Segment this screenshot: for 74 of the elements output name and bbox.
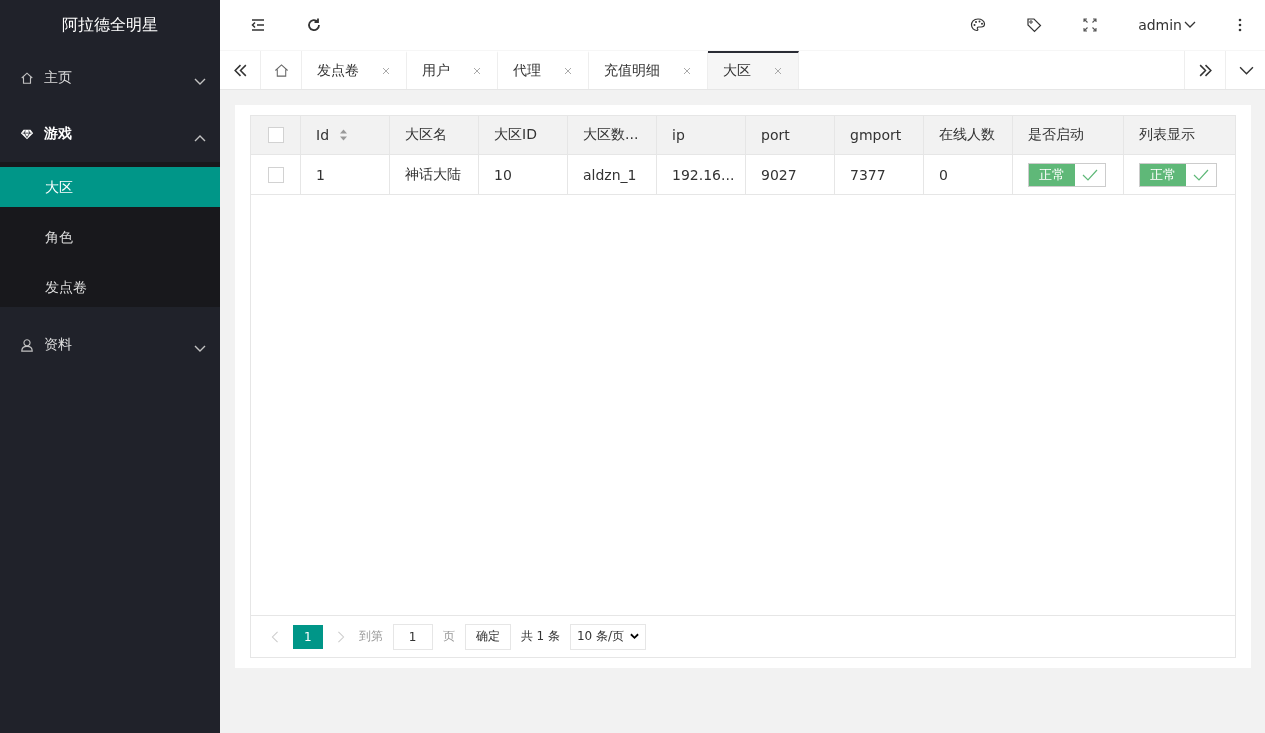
nav-label: 游戏	[44, 125, 73, 143]
table-cell: 1	[316, 166, 325, 183]
chevron-down-icon	[1184, 21, 1196, 29]
check-icon	[1082, 168, 1098, 181]
nav-subitem[interactable]: 角色	[0, 217, 220, 257]
chevron-down-icon	[194, 345, 206, 353]
goto-label: 到第	[358, 628, 383, 645]
nav-item[interactable]: 游戏	[0, 106, 220, 162]
chevron-down-icon	[630, 633, 640, 640]
confirm-button[interactable]: 确定	[464, 623, 511, 650]
close-icon[interactable]	[381, 66, 391, 76]
table-cell: 10	[494, 166, 512, 183]
menu-collapse-icon[interactable]	[250, 17, 266, 33]
tab-label: 大区	[723, 62, 751, 80]
fullscreen-icon[interactable]	[1082, 17, 1099, 33]
diamond-icon	[20, 127, 34, 141]
table-cell: 神话大陆	[405, 165, 461, 184]
close-icon[interactable]	[472, 66, 482, 76]
nav-label: 资料	[44, 336, 73, 354]
page-tab[interactable]: 代理	[498, 51, 589, 89]
double-chevron-right-icon	[1197, 62, 1213, 78]
app-logo-title: 阿拉德全明星	[61, 14, 159, 36]
column-header: Id	[316, 127, 329, 143]
tab-label: 用户	[422, 62, 450, 80]
column-header: ip	[672, 127, 685, 143]
previous-page-icon[interactable]	[271, 630, 279, 643]
table-cell: 7377	[850, 166, 886, 183]
double-chevron-left-icon	[232, 62, 248, 78]
nav-item[interactable]: 资料	[0, 317, 220, 373]
tab-label: 充值明细	[604, 62, 660, 80]
palette-icon[interactable]	[970, 17, 987, 33]
refresh-icon[interactable]	[306, 17, 322, 33]
row-checkbox[interactable]	[267, 166, 284, 183]
nav-label: 主页	[44, 69, 73, 87]
home-icon	[273, 62, 289, 78]
tab-label: 代理	[513, 62, 541, 80]
page-tab[interactable]: 用户	[407, 51, 498, 89]
table-cell: 192.16...	[672, 166, 735, 183]
column-header: 列表显示	[1139, 126, 1195, 144]
tag-icon[interactable]	[1026, 17, 1043, 33]
total-count: 共 1 条	[520, 628, 560, 645]
table-cell: aldzn_1	[583, 166, 637, 183]
more-icon[interactable]	[1238, 17, 1242, 33]
nav-subitem[interactable]: 大区	[0, 167, 220, 207]
tab-label: 发点卷	[317, 62, 359, 80]
page-unit-label: 页	[442, 628, 455, 645]
nav-subitem[interactable]: 发点卷	[0, 267, 220, 307]
column-header: 大区名	[405, 126, 447, 144]
column-header: 大区数...	[583, 126, 639, 144]
chevron-up-icon	[194, 134, 206, 142]
chevron-down-icon	[194, 78, 206, 86]
home-icon	[20, 71, 34, 85]
sort-icon[interactable]	[339, 129, 348, 141]
column-header: 是否启动	[1028, 126, 1084, 144]
table-cell: 0	[939, 166, 948, 183]
table-cell: 9027	[761, 166, 797, 183]
page-input[interactable]: 1	[392, 623, 433, 650]
column-header: port	[761, 127, 790, 143]
select-all-checkbox[interactable]	[267, 127, 284, 143]
check-icon	[1193, 168, 1209, 181]
page-number[interactable]: 1	[293, 624, 323, 649]
close-icon[interactable]	[682, 66, 692, 76]
page-tab[interactable]: 大区	[708, 51, 799, 89]
column-header: 大区ID	[494, 126, 537, 144]
close-icon[interactable]	[563, 66, 573, 76]
close-icon[interactable]	[773, 66, 783, 76]
page-size-select[interactable]: 10 条/页	[569, 623, 647, 650]
page-tab[interactable]: 发点卷	[302, 51, 407, 89]
nav-item[interactable]: 主页	[0, 50, 220, 106]
user-menu[interactable]: admin	[1138, 17, 1196, 33]
user-icon	[20, 338, 34, 352]
next-page-icon[interactable]	[336, 630, 345, 643]
column-header: 在线人数	[939, 126, 995, 144]
column-header: gmport	[850, 127, 902, 143]
